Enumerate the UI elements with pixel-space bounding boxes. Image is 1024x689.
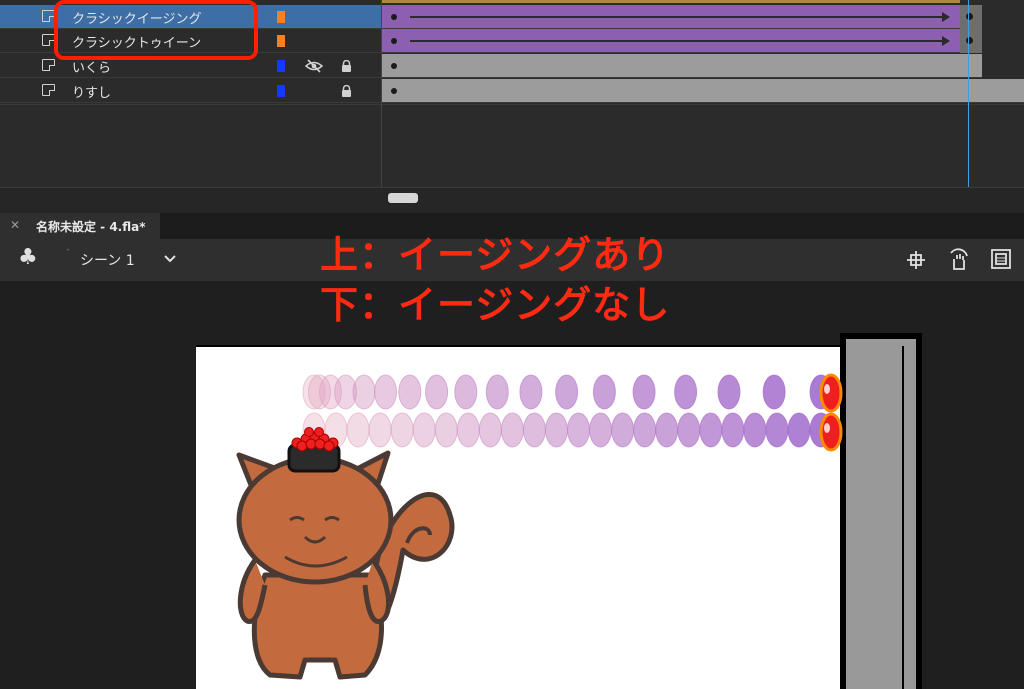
layer-icon (42, 84, 55, 96)
wall-pillar-line (902, 346, 904, 689)
clip-icon[interactable] (990, 248, 1012, 270)
wall-pillar-face (846, 339, 916, 689)
ikura-onion-skin (787, 412, 811, 448)
ikura-onion-skin (674, 374, 698, 410)
timeline-top-strip (382, 0, 960, 3)
timeline-footer (0, 187, 1024, 213)
ikura-onion-skin (677, 412, 701, 448)
ikura-onion-skin (398, 374, 422, 410)
layer-color-swatch[interactable] (277, 85, 285, 97)
ikura-onion-skin (717, 374, 741, 410)
ikura-onion-skin (567, 412, 591, 448)
frames-classic-tween[interactable] (382, 29, 960, 53)
ikura-highlight (824, 423, 830, 433)
annotation-line-1: 上：イージングあり (320, 233, 671, 277)
ikura-onion-skin (611, 412, 635, 448)
ikura-onion-skin (765, 412, 789, 448)
center-stage-icon[interactable] (905, 249, 927, 271)
divider (0, 104, 1024, 105)
ikura-onion-skin (519, 374, 543, 410)
tween-arrow (410, 36, 950, 46)
layer-icon (42, 59, 55, 71)
stage-edge (196, 345, 840, 347)
keyframe-dot[interactable] (391, 63, 397, 69)
ikura-highlight (824, 384, 830, 394)
ikura-onion-skin (592, 374, 616, 410)
ikura-onion-skin (478, 412, 502, 448)
layer-color-swatch[interactable] (277, 35, 285, 47)
squirrel-illustration (236, 427, 455, 680)
ikura-trail-easing (302, 374, 833, 410)
ikura-onion-skin (544, 412, 568, 448)
ikura-onion-skin (721, 412, 745, 448)
ikura-onion-skin (352, 374, 376, 410)
eye-hidden-icon[interactable] (305, 58, 323, 74)
divider (381, 0, 382, 212)
ikura-final-linear (819, 412, 843, 452)
ikura-onion-skin (374, 374, 398, 410)
close-icon[interactable]: ✕ (10, 218, 20, 232)
ikura-onion-skin (762, 374, 786, 410)
layer-name[interactable]: りすし (72, 82, 111, 101)
ikura-onion-skin (699, 412, 723, 448)
keyframe-dot[interactable] (391, 14, 397, 20)
lock-icon[interactable] (341, 85, 352, 97)
ikura-onion-skin (655, 412, 679, 448)
separator-dot: · (66, 243, 70, 257)
layer-row-risushi[interactable]: りすし (0, 79, 382, 103)
ikura-onion-skin (633, 412, 657, 448)
frames-classic-easing[interactable] (382, 5, 960, 29)
document-title: 名称未設定 - 4.fla* (36, 220, 146, 234)
ikura-onion-skin (522, 412, 546, 448)
ikura-onion-skin (555, 374, 579, 410)
keyframe-dot[interactable] (391, 88, 397, 94)
ikura-onion-skin (485, 374, 509, 410)
end-keyframe-cell[interactable] (960, 29, 982, 53)
rotate-stage-icon[interactable] (946, 247, 972, 273)
annotation-line-2: 下：イージングなし (320, 283, 671, 327)
ikura-final-positions (819, 373, 843, 452)
ikura-onion-skin (500, 412, 524, 448)
ikura-final-easing (819, 373, 843, 413)
ikura-onion-skin (589, 412, 613, 448)
clubs-icon[interactable]: ♣ (18, 247, 38, 269)
scene-label[interactable]: シーン 1 (80, 250, 135, 270)
layer-color-swatch[interactable] (277, 60, 285, 72)
playhead[interactable] (968, 0, 969, 187)
horizontal-scrollbar-thumb[interactable] (388, 193, 418, 203)
ikura-onion-skin (454, 374, 478, 410)
end-keyframe-cell[interactable] (960, 5, 982, 29)
document-tab[interactable]: ✕ 名称未設定 - 4.fla* (0, 213, 160, 239)
frames-risushi[interactable] (382, 79, 1024, 103)
highlight-annotation-box (54, 0, 258, 60)
ikura-onion-skin (632, 374, 656, 410)
chevron-down-icon[interactable] (163, 254, 177, 264)
keyframe-dot[interactable] (391, 38, 397, 44)
layer-color-swatch[interactable] (277, 11, 285, 23)
lock-icon[interactable] (341, 60, 352, 72)
tween-arrow (410, 12, 950, 22)
ikura-onion-skin (743, 412, 767, 448)
ikura-onion-skin (425, 374, 449, 410)
frames-ikura[interactable] (382, 54, 982, 78)
